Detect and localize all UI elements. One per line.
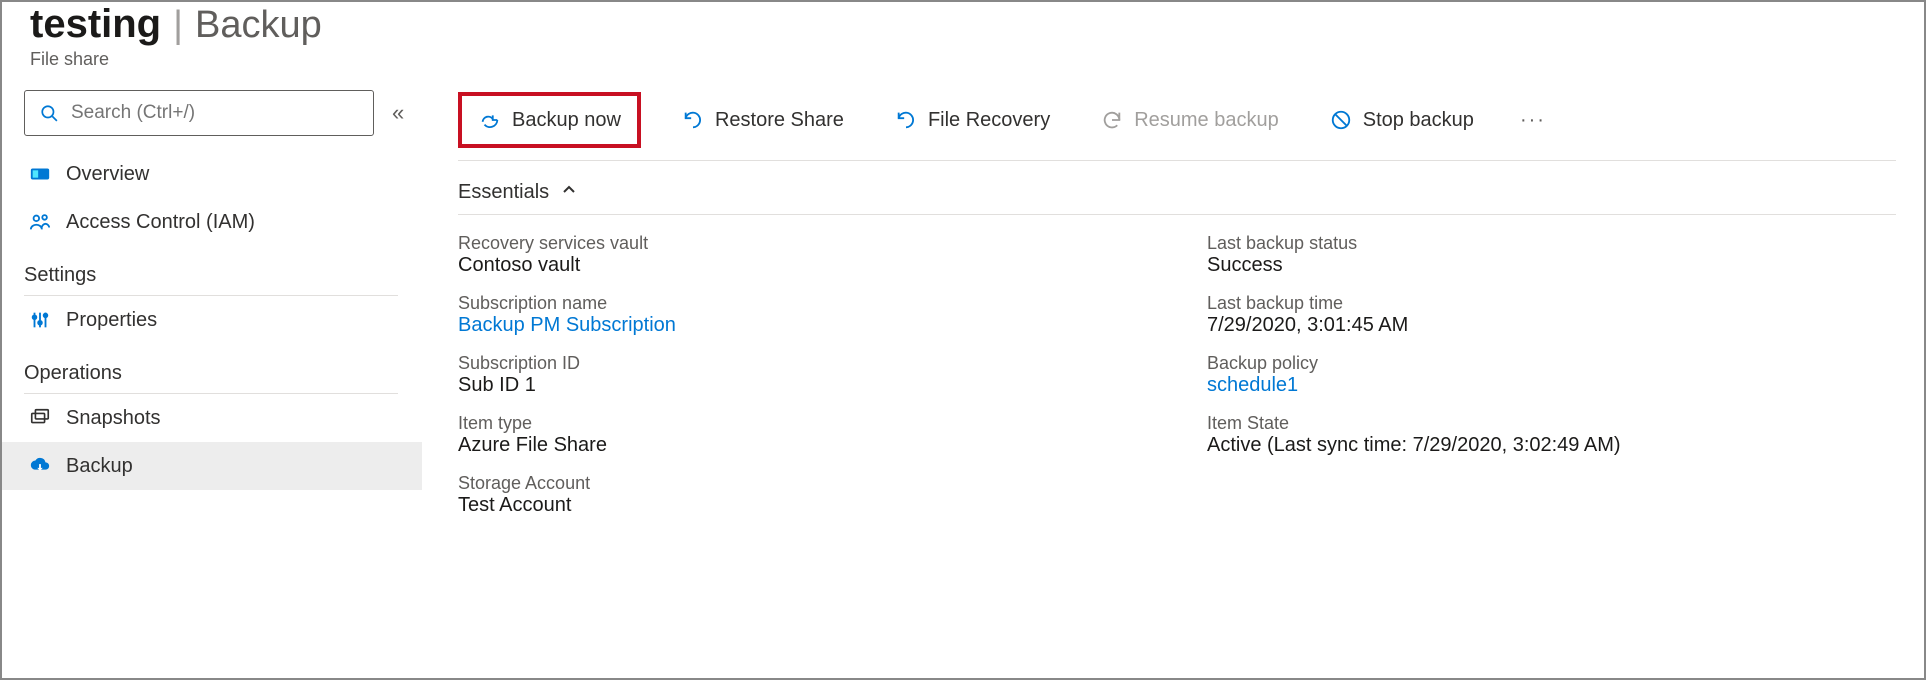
backup-now-icon	[478, 108, 502, 132]
sidebar-item-label: Backup	[66, 455, 133, 478]
sidebar-item-access-control[interactable]: Access Control (IAM)	[2, 198, 422, 246]
sidebar-section-settings: Settings	[24, 246, 398, 296]
chevron-up-icon	[561, 181, 577, 204]
file-recovery-button[interactable]: File Recovery	[884, 104, 1060, 136]
subscription-name-link[interactable]: Backup PM Subscription	[458, 314, 1147, 337]
access-icon	[28, 210, 52, 234]
tool-label: File Recovery	[928, 109, 1050, 132]
recovery-vault-value: Contoso vault	[458, 254, 1147, 277]
sidebar-item-label: Snapshots	[66, 407, 161, 430]
undo-icon	[894, 108, 918, 132]
toolbar: Backup now Restore Share File Recovery	[458, 90, 1896, 161]
sidebar-search[interactable]	[24, 90, 374, 136]
tool-label: Resume backup	[1134, 109, 1279, 132]
item-state-label: Item State	[1207, 413, 1896, 434]
sidebar-item-label: Access Control (IAM)	[66, 211, 255, 234]
collapse-sidebar-button[interactable]: «	[388, 96, 408, 130]
tool-label: Restore Share	[715, 109, 844, 132]
resource-type: File share	[30, 49, 1896, 70]
item-type-value: Azure File Share	[458, 434, 1147, 457]
essentials-panel: Recovery services vault Contoso vault Su…	[458, 215, 1896, 527]
more-actions-button[interactable]: ···	[1514, 105, 1552, 136]
backup-policy-label: Backup policy	[1207, 353, 1896, 374]
blade-name: Backup	[195, 4, 322, 47]
resume-backup-button: Resume backup	[1090, 104, 1289, 136]
sidebar-item-backup[interactable]: Backup	[2, 442, 422, 490]
tool-label: Backup now	[512, 109, 621, 132]
overview-icon	[28, 162, 52, 186]
subscription-id-value: Sub ID 1	[458, 374, 1147, 397]
sidebar-item-label: Properties	[66, 309, 157, 332]
page-header: testing | Backup File share	[2, 2, 1924, 82]
tool-label: Stop backup	[1363, 109, 1474, 132]
sidebar-item-overview[interactable]: Overview	[2, 150, 422, 198]
backup-now-button[interactable]: Backup now	[458, 92, 641, 148]
essentials-right-column: Last backup status Success Last backup t…	[1207, 233, 1896, 527]
sidebar: « Overview Access Control (IAM) Settings	[2, 82, 422, 678]
item-type-label: Item type	[458, 413, 1147, 434]
last-backup-status-label: Last backup status	[1207, 233, 1896, 254]
refresh-icon	[1100, 108, 1124, 132]
storage-account-value: Test Account	[458, 494, 1147, 517]
resource-name: testing	[30, 2, 161, 47]
restore-share-button[interactable]: Restore Share	[671, 104, 854, 136]
snapshots-icon	[28, 406, 52, 430]
essentials-label: Essentials	[458, 181, 549, 204]
properties-icon	[28, 308, 52, 332]
last-backup-time-label: Last backup time	[1207, 293, 1896, 314]
sidebar-item-properties[interactable]: Properties	[2, 296, 422, 344]
sidebar-section-operations: Operations	[24, 344, 398, 394]
sidebar-item-snapshots[interactable]: Snapshots	[2, 394, 422, 442]
essentials-left-column: Recovery services vault Contoso vault Su…	[458, 233, 1147, 527]
last-backup-status-value: Success	[1207, 254, 1896, 277]
undo-icon	[681, 108, 705, 132]
subscription-id-label: Subscription ID	[458, 353, 1147, 374]
backup-policy-link[interactable]: schedule1	[1207, 374, 1896, 397]
stop-icon	[1329, 108, 1353, 132]
page-title: testing | Backup	[30, 2, 1896, 47]
recovery-vault-label: Recovery services vault	[458, 233, 1147, 254]
last-backup-time-value: 7/29/2020, 3:01:45 AM	[1207, 314, 1896, 337]
item-state-value: Active (Last sync time: 7/29/2020, 3:02:…	[1207, 434, 1896, 457]
title-separator: |	[173, 4, 183, 47]
backup-icon	[28, 454, 52, 478]
storage-account-label: Storage Account	[458, 473, 1147, 494]
essentials-toggle[interactable]: Essentials	[458, 161, 1896, 215]
main-pane: Backup now Restore Share File Recovery	[422, 82, 1924, 678]
sidebar-item-label: Overview	[66, 163, 149, 186]
search-icon	[37, 101, 61, 125]
stop-backup-button[interactable]: Stop backup	[1319, 104, 1484, 136]
search-input[interactable]	[71, 102, 361, 124]
subscription-name-label: Subscription name	[458, 293, 1147, 314]
